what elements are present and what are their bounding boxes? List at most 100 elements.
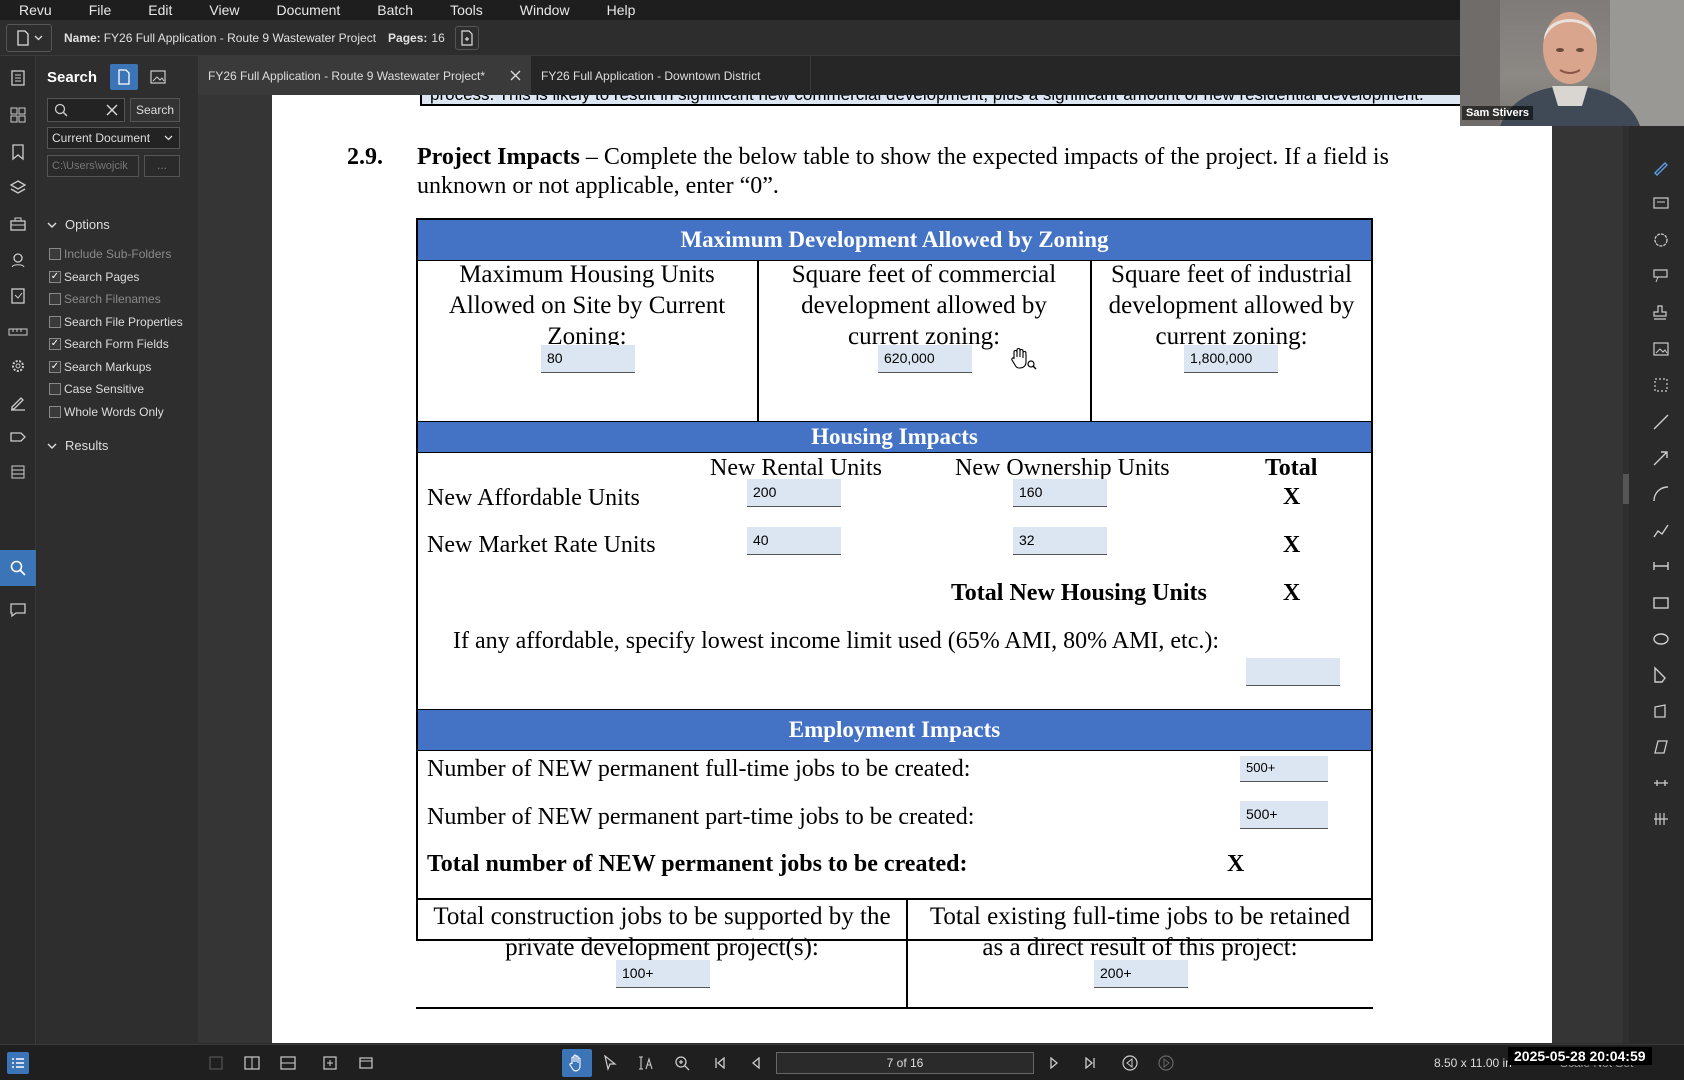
line-tool-icon[interactable] — [1650, 411, 1672, 433]
fulltime-jobs-field[interactable]: 500+ — [1240, 756, 1328, 782]
text-search-mode-button[interactable] — [110, 64, 138, 90]
comment-icon[interactable] — [6, 598, 30, 622]
scrollbar-thumb[interactable] — [1623, 474, 1629, 504]
case-sensitive-checkbox[interactable]: Case Sensitive — [49, 382, 144, 396]
income-limit-field[interactable] — [1246, 658, 1340, 686]
include-subfolders-checkbox[interactable]: Include Sub-Folders — [49, 247, 171, 261]
select-arrow-icon[interactable] — [600, 1053, 620, 1073]
retained-jobs-field[interactable]: 200+ — [1094, 960, 1188, 988]
zoom-icon[interactable] — [672, 1053, 692, 1073]
construction-jobs-field[interactable]: 100+ — [616, 960, 710, 988]
thumbnails-icon[interactable] — [6, 66, 30, 90]
menu-document[interactable]: Document — [257, 2, 358, 18]
settings-icon[interactable] — [6, 354, 30, 378]
menu-revu[interactable]: Revu — [0, 2, 70, 18]
menu-file[interactable]: File — [70, 2, 130, 18]
stamp-tool-icon[interactable] — [1650, 302, 1672, 324]
pan-tool-button[interactable] — [562, 1049, 592, 1077]
toolchest-icon[interactable] — [6, 212, 30, 236]
list-icon[interactable] — [7, 1052, 29, 1074]
arrow-tool-icon[interactable] — [1650, 447, 1672, 469]
search-button[interactable]: Search — [130, 98, 180, 122]
search-pages-checkbox[interactable]: ✓ Search Pages — [49, 270, 139, 284]
signature-icon[interactable] — [6, 390, 30, 414]
checkbox-label: Search Pages — [64, 270, 140, 284]
area-measure-icon[interactable] — [1650, 700, 1672, 722]
max-housing-units-field[interactable]: 80 — [541, 345, 635, 373]
menu-window[interactable]: Window — [501, 2, 588, 18]
search-panel-icon[interactable] — [0, 550, 36, 586]
last-page-icon[interactable] — [1080, 1053, 1100, 1073]
bookmarks-icon[interactable] — [6, 140, 30, 164]
single-page-icon[interactable] — [206, 1053, 226, 1073]
tag-icon[interactable] — [6, 425, 30, 449]
split-vertical-icon[interactable] — [242, 1053, 262, 1073]
select-text-icon[interactable] — [636, 1053, 656, 1073]
options-section-header[interactable]: Options — [47, 217, 110, 232]
split-horizontal-icon[interactable] — [278, 1053, 298, 1073]
close-icon[interactable] — [510, 70, 521, 81]
commercial-sqft-field[interactable]: 620,000 — [878, 345, 972, 373]
market-rate-ownership-field[interactable]: 32 — [1013, 527, 1107, 555]
page-count-button[interactable] — [454, 25, 479, 50]
menu-tools[interactable]: Tools — [431, 2, 501, 18]
results-section-header[interactable]: Results — [47, 438, 108, 453]
visual-search-mode-button[interactable] — [146, 65, 170, 89]
parttime-jobs-field[interactable]: 500+ — [1240, 801, 1328, 829]
first-page-icon[interactable] — [710, 1053, 730, 1073]
next-view-icon[interactable] — [1156, 1053, 1176, 1073]
document-view[interactable]: process. This is likely to result in sig… — [198, 95, 1623, 1043]
page-count: 16 — [431, 30, 445, 45]
crop-tool-icon[interactable] — [1650, 374, 1672, 396]
rectangle-tool-icon[interactable] — [1650, 592, 1672, 614]
previous-view-icon[interactable] — [1120, 1053, 1140, 1073]
page-number-input[interactable]: 7 of 16 — [776, 1052, 1034, 1074]
industrial-sqft-field[interactable]: 1,800,000 — [1184, 345, 1278, 373]
perimeter-measure-icon[interactable] — [1650, 736, 1672, 758]
callout-tool-icon[interactable] — [1650, 265, 1672, 287]
image-tool-icon[interactable] — [1650, 338, 1672, 360]
menu-batch[interactable]: Batch — [358, 2, 431, 18]
arc-tool-icon[interactable] — [1650, 483, 1672, 505]
markups-list-icon[interactable] — [6, 284, 30, 308]
tab-downtown-district[interactable]: FY26 Full Application - Downtown Distric… — [531, 56, 811, 95]
scope-select[interactable]: Current Document — [47, 127, 180, 149]
market-rate-rental-field[interactable]: 40 — [747, 527, 841, 555]
search-form-fields-checkbox[interactable]: ✓ Search Form Fields — [49, 337, 169, 351]
text-box-tool-icon[interactable] — [1650, 192, 1672, 214]
menu-edit[interactable]: Edit — [129, 2, 190, 18]
affordable-rental-field[interactable]: 200 — [747, 479, 841, 507]
tab-route-9-wastewater[interactable]: FY26 Full Application - Route 9 Wastewat… — [198, 56, 531, 95]
sync-view-icon[interactable] — [320, 1053, 340, 1073]
vertical-scrollbar[interactable] — [1623, 120, 1629, 1043]
measure-icon[interactable] — [6, 320, 30, 344]
browse-folder-button[interactable]: ... — [144, 155, 180, 177]
layers-icon[interactable] — [6, 176, 30, 200]
menu-view[interactable]: View — [190, 2, 257, 18]
search-input[interactable] — [47, 98, 125, 122]
count-measure-icon[interactable] — [1650, 808, 1672, 830]
clear-search-icon[interactable] — [106, 104, 118, 116]
search-markups-checkbox[interactable]: ✓ Search Markups — [49, 360, 151, 374]
previous-page-icon[interactable] — [746, 1053, 766, 1073]
whole-words-only-checkbox[interactable]: Whole Words Only — [49, 405, 164, 419]
previous-answer-field[interactable]: process. This is likely to result in sig… — [420, 95, 1464, 106]
compare-icon[interactable] — [356, 1053, 376, 1073]
places-icon[interactable] — [6, 248, 30, 272]
grid-icon[interactable] — [6, 103, 30, 127]
affordable-ownership-field[interactable]: 160 — [1013, 479, 1107, 507]
studio-icon[interactable] — [6, 460, 30, 484]
next-page-icon[interactable] — [1044, 1053, 1064, 1073]
dimension-tool-icon[interactable] — [1650, 555, 1672, 577]
polyline-tool-icon[interactable] — [1650, 519, 1672, 541]
polygon-tool-icon[interactable] — [1650, 664, 1672, 686]
length-measure-icon[interactable] — [1650, 772, 1672, 794]
pen-tool-icon[interactable] — [1650, 156, 1672, 178]
menu-help[interactable]: Help — [588, 2, 654, 18]
ellipse-tool-icon[interactable] — [1650, 628, 1672, 650]
folder-path-input[interactable]: C:\Users\wojcik — [47, 155, 139, 177]
cloud-tool-icon[interactable] — [1650, 229, 1672, 251]
document-menu-button[interactable] — [6, 23, 52, 52]
search-filenames-checkbox[interactable]: Search Filenames — [49, 292, 161, 306]
search-file-properties-checkbox[interactable]: Search File Properties — [49, 315, 183, 329]
